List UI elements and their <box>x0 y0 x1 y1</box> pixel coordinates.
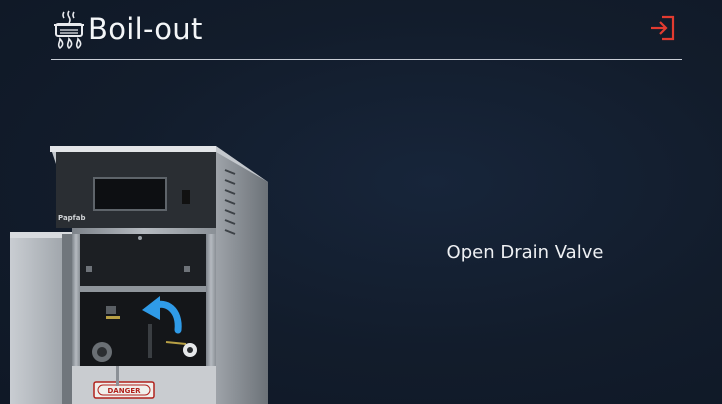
header-bar: Boil-out <box>0 0 722 62</box>
page-title: Boil-out <box>88 12 203 46</box>
header-divider <box>51 59 682 60</box>
exit-icon[interactable] <box>648 13 678 43</box>
boil-pot-icon <box>54 10 84 50</box>
fryer-drain-illustration: Papfab DANGER <box>10 146 268 404</box>
danger-label: DANGER <box>107 387 141 395</box>
brand-label: Papfab <box>58 214 85 222</box>
step-instruction: Open Drain Valve <box>446 242 604 263</box>
